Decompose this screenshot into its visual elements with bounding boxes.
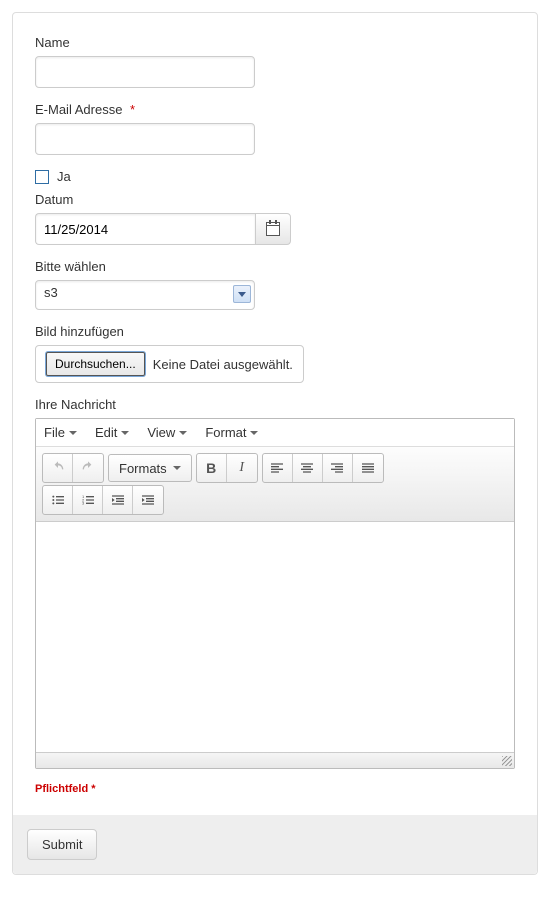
file-group: Bild hinzufügen Durchsuchen... Keine Dat… (35, 324, 515, 383)
name-label: Name (35, 35, 515, 50)
file-wrap: Durchsuchen... Keine Datei ausgewählt. (35, 345, 304, 383)
menu-edit[interactable]: Edit (95, 425, 129, 440)
browse-button[interactable]: Durchsuchen... (46, 352, 145, 376)
select-value[interactable]: s3 (35, 280, 255, 310)
name-group: Name (35, 35, 515, 88)
align-justify-button[interactable] (353, 454, 383, 482)
rich-text-editor: File Edit View Format Formats B I (35, 418, 515, 769)
file-label: Bild hinzufügen (35, 324, 515, 339)
required-note: Pflichtfeld * (35, 783, 515, 795)
number-list-icon: 123 (80, 492, 96, 508)
menu-view[interactable]: View (147, 425, 187, 440)
align-justify-icon (360, 460, 376, 476)
number-list-button[interactable]: 123 (73, 486, 103, 514)
formats-label: Formats (119, 461, 167, 476)
align-left-button[interactable] (263, 454, 293, 482)
indent-button[interactable] (133, 486, 163, 514)
email-group: E-Mail Adresse * (35, 102, 515, 155)
formats-button[interactable]: Formats (108, 454, 192, 482)
caret-icon (250, 431, 258, 435)
outdent-icon (110, 492, 126, 508)
align-right-icon (329, 460, 345, 476)
bullet-list-button[interactable] (43, 486, 73, 514)
toolbar-row-1: Formats B I (42, 453, 508, 483)
text-style-group: B I (196, 453, 258, 483)
caret-icon (69, 431, 77, 435)
align-right-button[interactable] (323, 454, 353, 482)
outdent-button[interactable] (103, 486, 133, 514)
list-group: 123 (42, 485, 164, 515)
checkbox-icon[interactable] (35, 170, 49, 184)
undo-icon (50, 460, 66, 476)
history-group (42, 453, 104, 483)
undo-button[interactable] (43, 454, 73, 482)
align-left-icon (269, 460, 285, 476)
resize-grip-icon[interactable] (502, 756, 512, 766)
editor-menubar: File Edit View Format (36, 419, 514, 447)
align-center-button[interactable] (293, 454, 323, 482)
align-center-icon (299, 460, 315, 476)
calendar-button[interactable] (255, 213, 291, 245)
message-group: Ihre Nachricht File Edit View Format For… (35, 397, 515, 769)
file-status-text: Keine Datei ausgewählt. (153, 357, 293, 372)
svg-text:3: 3 (82, 501, 85, 506)
editor-toolbar: Formats B I 123 (36, 447, 514, 522)
caret-icon (173, 466, 181, 470)
select-label: Bitte wählen (35, 259, 515, 274)
date-input[interactable] (35, 213, 255, 245)
select-group: Bitte wählen s3 (35, 259, 515, 310)
email-label: E-Mail Adresse * (35, 102, 515, 117)
align-group (262, 453, 384, 483)
calendar-icon (266, 222, 280, 236)
redo-icon (80, 460, 96, 476)
email-input[interactable] (35, 123, 255, 155)
bold-button[interactable]: B (197, 454, 227, 482)
datum-label: Datum (35, 192, 515, 207)
form-panel: Name E-Mail Adresse * Ja Datum Bitte wäh… (12, 12, 538, 875)
name-input[interactable] (35, 56, 255, 88)
chevron-down-icon[interactable] (233, 285, 251, 303)
indent-icon (140, 492, 156, 508)
menu-file[interactable]: File (44, 425, 77, 440)
submit-bar: Submit (13, 815, 537, 874)
message-label: Ihre Nachricht (35, 397, 515, 412)
toolbar-row-2: 123 (42, 485, 508, 515)
bold-icon: B (206, 460, 216, 476)
submit-button[interactable]: Submit (27, 829, 97, 860)
menu-format[interactable]: Format (205, 425, 258, 440)
date-wrap (35, 213, 291, 245)
ja-checkbox-row[interactable]: Ja (35, 169, 515, 184)
editor-textarea[interactable] (36, 522, 514, 752)
menu-file-label: File (44, 425, 65, 440)
required-star-icon: * (130, 102, 135, 117)
caret-icon (121, 431, 129, 435)
select-wrap[interactable]: s3 (35, 280, 255, 310)
menu-format-label: Format (205, 425, 246, 440)
ja-label: Ja (57, 169, 71, 184)
menu-view-label: View (147, 425, 175, 440)
italic-icon: I (239, 460, 244, 476)
datum-group: Datum (35, 192, 515, 245)
redo-button[interactable] (73, 454, 103, 482)
italic-button[interactable]: I (227, 454, 257, 482)
editor-statusbar (36, 752, 514, 768)
email-label-text: E-Mail Adresse (35, 102, 122, 117)
bullet-list-icon (50, 492, 66, 508)
menu-edit-label: Edit (95, 425, 117, 440)
caret-icon (179, 431, 187, 435)
